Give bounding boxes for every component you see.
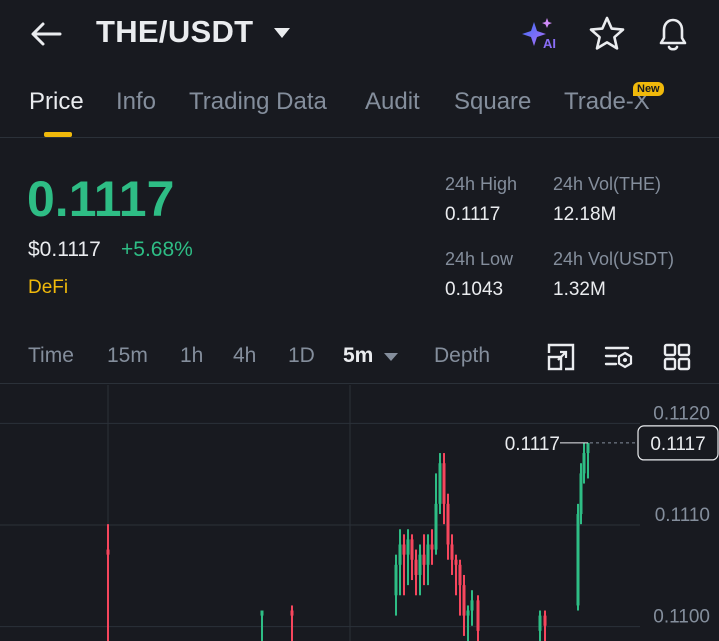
candle-body (466, 610, 470, 616)
candle-body (458, 564, 462, 586)
y-axis-tick-label: 0.1110 (655, 505, 710, 526)
main-tabs: Price Info Trading Data Audit Square Tra… (0, 76, 719, 138)
caret-down-icon[interactable] (272, 26, 292, 40)
candle-body (398, 544, 402, 565)
stat-value-24h-vol-quote: 1.32M (553, 279, 606, 300)
interval-5m-selected[interactable]: 5m (343, 344, 373, 368)
stat-value-24h-high: 0.1117 (445, 204, 501, 225)
y-axis-tick-label: 0.1120 (653, 403, 710, 424)
candle-body (410, 539, 414, 560)
interval-bar: Time 15m 1h 4h 1D 5m Depth (0, 330, 719, 384)
price-change-percent: +5.68% (121, 238, 193, 261)
stat-label-24h-vol-base: 24h Vol(THE) (553, 174, 662, 194)
new-badge: New (633, 82, 664, 96)
candle-body (430, 544, 434, 550)
active-tab-indicator (44, 132, 72, 137)
expand-icon[interactable] (546, 342, 576, 372)
candle-body (538, 615, 542, 631)
candle-body (442, 463, 446, 504)
stat-value-24h-low: 0.1043 (445, 279, 504, 300)
trading-pair-title[interactable]: THE/USDT (96, 14, 253, 50)
y-axis-tick-label: 0.1100 (653, 607, 710, 628)
category-tag[interactable]: DeFi (28, 277, 68, 299)
tab-info[interactable]: Info (116, 88, 156, 116)
max-price-label: 0.1117 (505, 434, 560, 455)
candle-body (426, 544, 430, 565)
usd-price: $0.1117 (28, 238, 101, 261)
caret-down-icon[interactable] (383, 352, 399, 362)
candle-body (414, 559, 418, 575)
stat-label-24h-low: 24h Low (445, 249, 514, 269)
candle-body (446, 503, 450, 545)
candle-body (586, 442, 590, 454)
candle-body (543, 615, 547, 626)
tab-audit[interactable]: Audit (365, 88, 420, 116)
current-price-label: 0.1117 (650, 434, 705, 455)
candle-body (402, 544, 406, 555)
bell-icon[interactable] (653, 14, 693, 54)
candle-body (394, 564, 398, 596)
candle-body (582, 453, 586, 474)
candle-body (418, 554, 422, 575)
candle-body (450, 544, 454, 560)
tab-square[interactable]: Square (454, 88, 531, 116)
interval-time[interactable]: Time (28, 344, 74, 368)
candle-body (579, 473, 583, 515)
candle-body (476, 600, 480, 631)
candle-body (470, 600, 474, 611)
ai-badge-text: AI (543, 36, 556, 51)
interval-depth[interactable]: Depth (434, 344, 490, 368)
candle-body (576, 514, 580, 606)
ai-sparkle-icon[interactable]: AI (520, 16, 560, 52)
indicator-settings-icon[interactable] (604, 342, 634, 372)
candle-body (406, 539, 410, 555)
interval-4h[interactable]: 4h (233, 344, 256, 368)
top-bar: THE/USDT AI (0, 0, 719, 70)
tab-price[interactable]: Price (29, 88, 84, 116)
candle-body (454, 559, 458, 565)
candle-body (462, 585, 466, 616)
star-icon[interactable] (587, 14, 627, 54)
stat-label-24h-vol-quote: 24h Vol(USDT) (553, 249, 675, 269)
interval-15m[interactable]: 15m (107, 344, 148, 368)
interval-1d[interactable]: 1D (288, 344, 315, 368)
arrow-left-icon[interactable] (28, 18, 64, 50)
grid-icon[interactable] (662, 342, 692, 372)
interval-1h[interactable]: 1h (180, 344, 203, 368)
tab-trading-data[interactable]: Trading Data (189, 88, 327, 116)
candle-body (260, 610, 264, 616)
last-price: 0.1117 (27, 171, 175, 227)
stat-value-24h-vol-base: 12.18M (553, 204, 617, 225)
candle-body (438, 463, 442, 504)
candle-body (106, 549, 110, 555)
candlestick-chart[interactable]: 0.1120 0.1110 0.1100 0.1117 0.1117 (0, 385, 719, 641)
candle-body (290, 610, 294, 616)
candle-body (434, 503, 438, 550)
candle-body (422, 554, 426, 565)
stat-label-24h-high: 24h High (445, 174, 518, 194)
